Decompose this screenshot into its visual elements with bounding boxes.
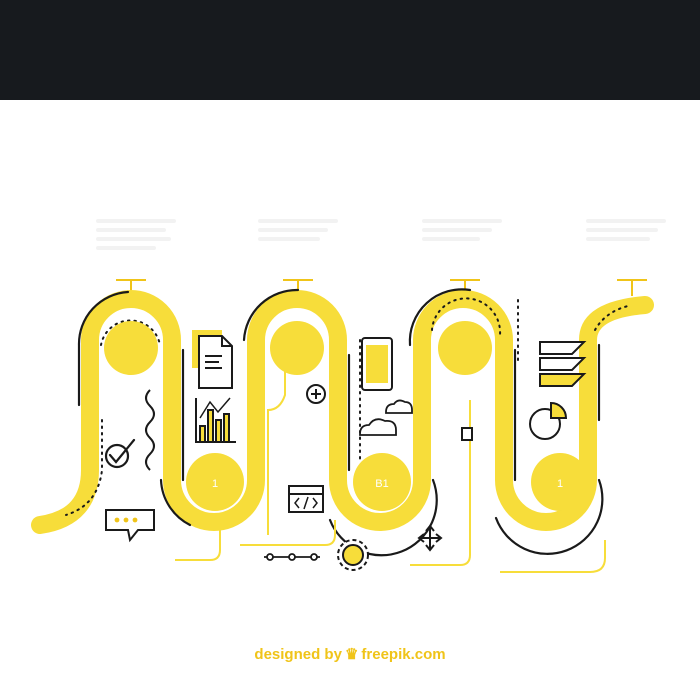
credit-brand: freepik.com xyxy=(361,646,446,663)
infographic-diagram: 1 B1 1 xyxy=(31,279,654,573)
step-circle-label: 1 xyxy=(212,478,218,490)
step-circle-bottom-1: 1 xyxy=(186,453,244,511)
squiggle-decoration xyxy=(145,389,155,471)
crown-icon: ♛ xyxy=(344,646,359,663)
chat-bubble-icon xyxy=(105,509,155,543)
plus-circle-icon xyxy=(306,384,326,404)
step-circle-top-2 xyxy=(270,321,324,375)
connector-icon xyxy=(264,553,320,561)
code-window-icon xyxy=(288,485,324,513)
document-icon xyxy=(192,330,233,389)
upload-icon xyxy=(461,427,473,441)
step-circle-label: B1 xyxy=(375,478,388,490)
freepik-credit[interactable]: designed by ♛ freepik.com xyxy=(0,645,700,663)
step-circle-top-3 xyxy=(438,321,492,375)
step-circle-bottom-2: B1 xyxy=(353,453,411,511)
move-arrows-icon xyxy=(417,524,443,552)
step-circle-top-1 xyxy=(104,321,158,375)
gear-icon xyxy=(337,539,369,571)
step-circle-label: 1 xyxy=(557,478,563,490)
credit-designed-by: designed by xyxy=(254,646,342,663)
connector-stubs xyxy=(116,279,647,296)
bar-chart-icon xyxy=(195,397,236,443)
checkmark-icon xyxy=(104,438,136,469)
step-circle-bottom-3: 1 xyxy=(531,453,589,511)
cloud-icon xyxy=(359,399,413,436)
pie-chart-icon xyxy=(529,401,568,440)
smartphone-icon xyxy=(361,337,393,391)
layers-icon xyxy=(539,341,587,387)
